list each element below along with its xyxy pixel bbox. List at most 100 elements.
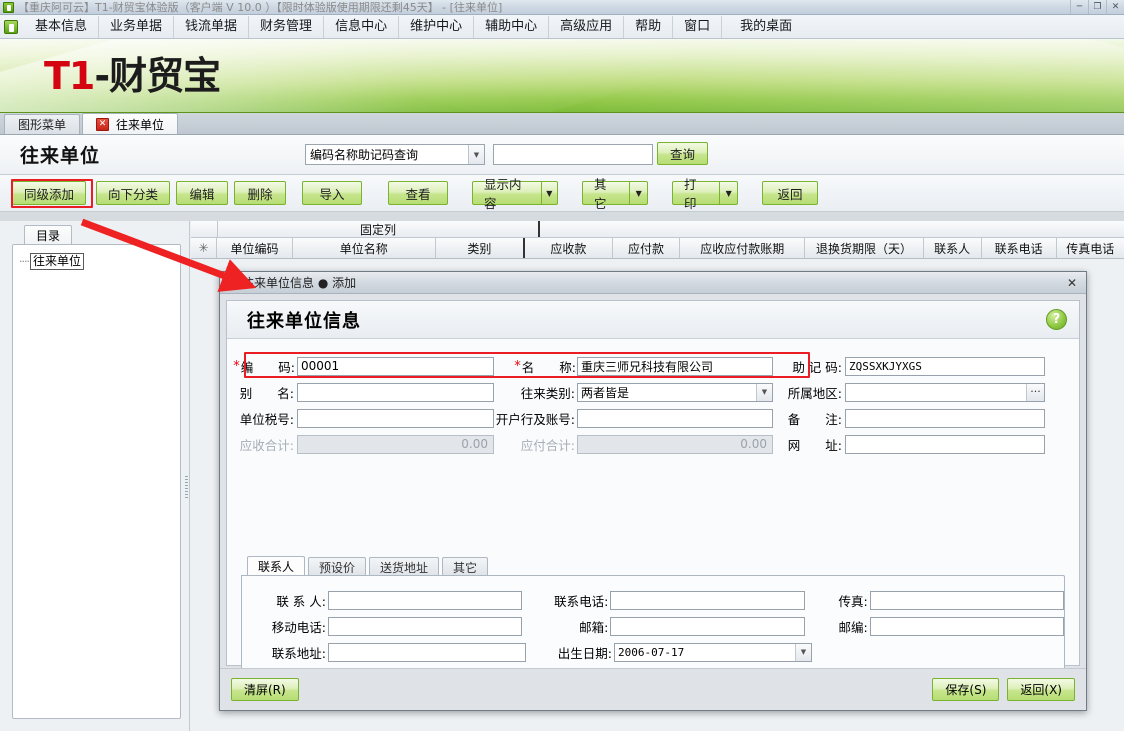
display-content-button[interactable]: 显示内容 ▼ (472, 181, 558, 205)
web-label: 网 址: (773, 435, 845, 454)
required-star-icon: * (233, 360, 240, 373)
import-button[interactable]: 导入 (302, 181, 362, 205)
grid-col-fax[interactable]: 传真电话 (1057, 238, 1124, 258)
birthdate-chevron-down-icon[interactable]: ▼ (795, 644, 811, 661)
grid-col-contact-phone[interactable]: 联系电话 (982, 238, 1057, 258)
tab-other[interactable]: 其它 (442, 557, 488, 576)
menu-item-cashflow-doc[interactable]: 钱流单据 (174, 16, 249, 38)
tab-graphic-menu[interactable]: 图形菜单 (4, 114, 80, 134)
menu-item-assist[interactable]: 辅助中心 (474, 16, 549, 38)
tab-contact-person[interactable]: 联系人 (247, 556, 305, 576)
mnemonic-input[interactable]: ZQSSXKJYXGS (845, 357, 1045, 376)
remark-input[interactable] (845, 409, 1045, 428)
menu-item-info-center[interactable]: 信息中心 (324, 16, 399, 38)
bank-input[interactable] (577, 409, 773, 428)
grid-col-ar-ap-period[interactable]: 应收应付款账期 (680, 238, 805, 258)
menu-item-business-doc[interactable]: 业务单据 (99, 16, 174, 38)
grid-col-unit-code[interactable]: 单位编码 (217, 238, 293, 258)
menu-item-basic-info[interactable]: 基本信息 (24, 16, 99, 38)
display-content-label: 显示内容 (473, 182, 541, 204)
contact-row-address: 联系地址: 出生日期: 2006-07-17 ▼ (242, 639, 1064, 665)
other-label: 其它 (583, 182, 629, 204)
grid-col-unit-name[interactable]: 单位名称 (293, 238, 435, 258)
print-button[interactable]: 打印 ▼ (672, 181, 738, 205)
grid-col-category[interactable]: 类别 (436, 238, 526, 258)
menu-item-my-desktop[interactable]: 我的桌面 (722, 16, 803, 38)
category-chevron-down-icon[interactable]: ▼ (756, 384, 772, 401)
menu-item-finance[interactable]: 财务管理 (249, 16, 324, 38)
tab-delivery-address[interactable]: 送货地址 (369, 557, 439, 576)
edit-button[interactable]: 编辑 (176, 181, 228, 205)
save-button[interactable]: 保存(S) (932, 678, 999, 701)
tab-partner-unit-label: 往来单位 (116, 116, 164, 133)
code-input[interactable]: 00001 (297, 357, 494, 376)
print-chevron-down-icon[interactable]: ▼ (719, 182, 737, 204)
category-combo[interactable]: 两者皆是 ▼ (577, 383, 773, 402)
other-chevron-down-icon[interactable]: ▼ (629, 182, 647, 204)
contact-phone-label: 联系电话: (522, 591, 610, 610)
view-button[interactable]: 查看 (388, 181, 448, 205)
grid-col-return-period[interactable]: 退换货期限（天） (805, 238, 923, 258)
tab-directory[interactable]: 目录 (24, 225, 72, 244)
pay-total-label: 应付合计: (494, 435, 576, 454)
birthdate-picker[interactable]: 2006-07-17 ▼ (614, 643, 812, 662)
import-label: 导入 (319, 184, 344, 203)
menu-item-window[interactable]: 窗口 (673, 16, 722, 38)
delete-button[interactable]: 删除 (234, 181, 286, 205)
menu-item-maintenance[interactable]: 维护中心 (399, 16, 474, 38)
region-ellipsis-icon[interactable]: ··· (1026, 384, 1044, 401)
region-input[interactable]: ··· (845, 383, 1045, 402)
remark-label: 备 注: (773, 409, 845, 428)
menu-item-help[interactable]: 帮助 (624, 16, 673, 38)
close-icon[interactable]: ✕ (1106, 0, 1124, 14)
address-input[interactable] (328, 643, 526, 662)
menu-item-advanced[interactable]: 高级应用 (549, 16, 624, 38)
email-input[interactable] (610, 617, 804, 636)
web-input[interactable] (845, 435, 1045, 454)
add-child-category-button[interactable]: 向下分类 (96, 181, 170, 205)
back-button[interactable]: 返回 (762, 181, 818, 205)
recv-total-value-field: 0.00 (297, 435, 494, 454)
dialog-body: 往来单位信息 ? *编 码: 00001 *名 称: 重庆三师兄科技有限公司 助… (226, 300, 1080, 666)
search-type-combo[interactable]: 编码名称助记码查询 ▼ (305, 144, 485, 165)
search-button[interactable]: 查询 (657, 142, 708, 165)
clear-screen-label: 清屏(R) (244, 681, 286, 698)
add-sibling-button[interactable]: 同级添加 (12, 181, 86, 205)
display-content-chevron-down-icon[interactable]: ▼ (541, 182, 557, 204)
taxno-input[interactable] (297, 409, 494, 428)
dialog-titlebar: 往来单位信息 ● 添加 ✕ (220, 272, 1086, 294)
search-input[interactable] (493, 144, 653, 165)
zip-input[interactable] (870, 617, 1064, 636)
tab-directory-label: 目录 (36, 227, 60, 244)
directory-tree[interactable]: ···· 往来单位 (12, 244, 181, 719)
maximize-icon[interactable]: ❐ (1088, 0, 1106, 14)
clear-screen-button[interactable]: 清屏(R) (231, 678, 299, 701)
alias-input[interactable] (297, 383, 494, 402)
tab-graphic-menu-label: 图形菜单 (18, 116, 66, 133)
fax-input[interactable] (870, 591, 1064, 610)
chevron-down-icon[interactable]: ▼ (468, 145, 484, 164)
grid-col-payable[interactable]: 应付款 (613, 238, 680, 258)
contact-person-input[interactable] (328, 591, 522, 610)
minimize-icon[interactable]: ─ (1070, 0, 1088, 14)
name-input[interactable]: 重庆三师兄科技有限公司 (577, 357, 773, 376)
close-tab-icon[interactable]: ✕ (96, 118, 109, 131)
tree-node-partner-unit[interactable]: ···· 往来单位 (19, 253, 174, 270)
mnemonic-value: ZQSSXKJYXGS (849, 360, 922, 373)
tab-partner-unit[interactable]: ✕ 往来单位 (82, 113, 178, 134)
dialog-back-button[interactable]: 返回(X) (1007, 678, 1075, 701)
grid-col-receivable[interactable]: 应收款 (525, 238, 613, 258)
window-controls[interactable]: ─ ❐ ✕ (1070, 0, 1124, 15)
zip-label: 邮编: (805, 617, 870, 636)
dialog-app-icon (224, 276, 237, 289)
mobile-input[interactable] (328, 617, 522, 636)
grid-col-contact-person[interactable]: 联系人 (924, 238, 982, 258)
contact-phone-input[interactable] (610, 591, 804, 610)
code-label: *编 码: (227, 357, 295, 376)
tab-preset-price[interactable]: 预设价 (308, 557, 366, 576)
help-icon[interactable]: ? (1046, 309, 1067, 330)
other-button[interactable]: 其它 ▼ (582, 181, 648, 205)
pane-splitter-handle[interactable] (185, 476, 188, 500)
form-row-code: *编 码: 00001 *名 称: 重庆三师兄科技有限公司 助 记 码: ZQS… (227, 353, 1079, 379)
dialog-close-icon[interactable]: ✕ (1064, 275, 1080, 290)
